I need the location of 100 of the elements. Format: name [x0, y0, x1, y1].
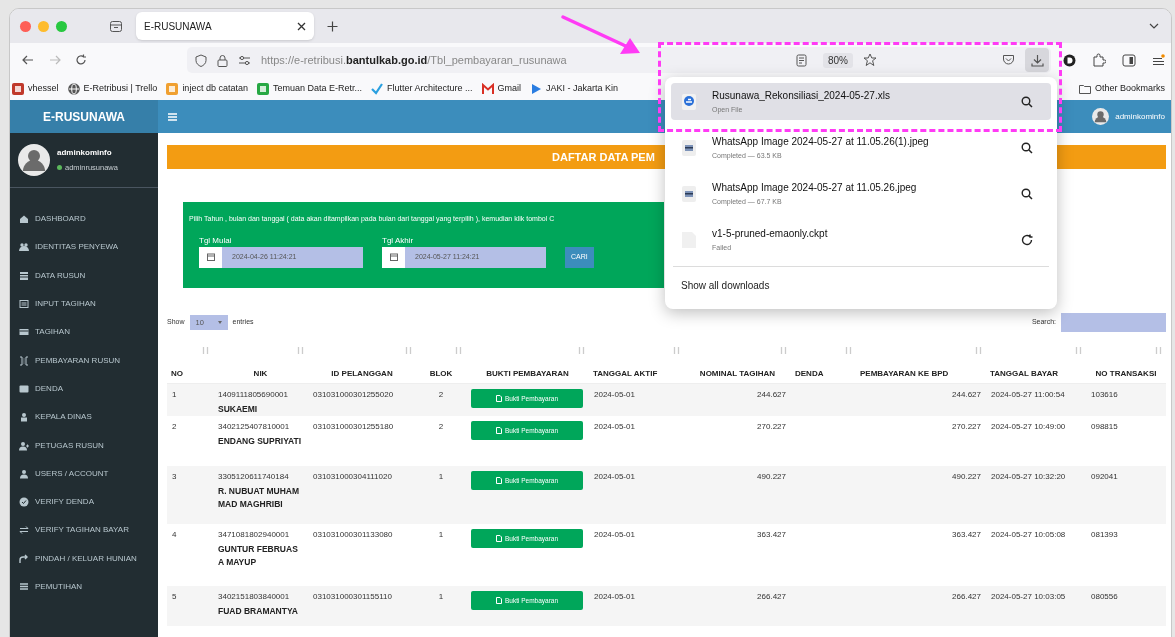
column-header[interactable]: TANGGAL AKTIF [593, 368, 680, 379]
column-header[interactable]: DENDA [795, 368, 852, 379]
bookmark-link[interactable]: Flutter Architecture ... [386, 81, 473, 96]
table-cell: 080556 [1091, 592, 1118, 601]
bookmark-link[interactable]: E-Retribusi | Trello [83, 81, 158, 96]
search-icon[interactable] [1021, 187, 1033, 200]
shield-icon[interactable] [195, 53, 207, 67]
bookmark-link[interactable]: Gmail [497, 81, 521, 96]
sidebar-item[interactable]: INPUT TAGIHAN [35, 298, 96, 311]
sidebar-item[interactable]: USERS / ACCOUNT [35, 467, 109, 480]
play-icon[interactable] [530, 82, 542, 95]
column-header[interactable]: TANGGAL BAYAR [990, 368, 1082, 379]
show-all-downloads-link[interactable]: Show all downloads [681, 278, 770, 293]
tile-icon[interactable] [12, 82, 24, 95]
table-cell: 1 [438, 592, 444, 601]
file-name: Rusunawa_Rekonsiliasi_2024-05-27.xls [712, 88, 890, 103]
file-icon [495, 395, 502, 402]
card-icon [19, 327, 29, 338]
file-icon [495, 427, 502, 434]
list-icon [19, 299, 29, 310]
table-cell: 266.427 [952, 592, 981, 601]
downloads-button[interactable] [1025, 48, 1049, 72]
tile-icon[interactable] [256, 82, 269, 95]
table-cell: 2 [172, 422, 177, 431]
table-cell-text: 3305120611740184 [218, 471, 290, 483]
list-icon [19, 582, 29, 592]
column-header[interactable]: BUKTI PEMBAYARAN [470, 368, 585, 379]
table-cell: 244.627 [952, 390, 981, 399]
column-header[interactable]: NO TRANSAKSI [1090, 368, 1162, 379]
search-icon[interactable] [1021, 95, 1033, 108]
tenant-name: SUKAEMI [218, 403, 259, 416]
sidebar-icon[interactable] [1122, 53, 1136, 67]
search-field[interactable] [1061, 313, 1166, 332]
puzzle-icon[interactable] [1092, 53, 1106, 67]
column-header[interactable]: NIK [217, 368, 304, 379]
person-icon [19, 468, 29, 479]
sidebar-item[interactable]: PEMUTIHAN [35, 581, 83, 593]
table-cell: 2024-05-27 10:49:00 [991, 422, 1066, 431]
extension-icon[interactable] [1063, 53, 1076, 67]
bookmark-link[interactable]: Temuan Data E-Retr... [272, 81, 362, 96]
bookmark-link[interactable]: inject db catatan [182, 81, 248, 96]
back-icon[interactable] [22, 55, 34, 65]
sidebar-item[interactable]: PETUGAS RUSUN [35, 439, 104, 452]
star-icon[interactable] [863, 53, 877, 67]
globe-icon[interactable] [67, 82, 80, 95]
image-file-icon [681, 184, 697, 203]
sidebar-item[interactable]: DENDA [35, 382, 63, 395]
lock-icon[interactable] [217, 53, 228, 67]
table-cell: 490.227 [757, 472, 786, 481]
table-cell: 1 [438, 530, 444, 539]
table-cell: 092041 [1091, 472, 1118, 481]
search-icon[interactable] [1021, 141, 1033, 154]
sidebar-item[interactable]: IDENTITAS PENYEWA [35, 241, 119, 254]
share-arrow-icon [19, 553, 29, 564]
field-label: Tgl Mulai [199, 234, 233, 247]
sidebar-item[interactable]: DASHBOARD [35, 213, 86, 226]
retry-icon[interactable] [1021, 233, 1033, 246]
people-icon [19, 242, 29, 253]
avatar[interactable] [1092, 108, 1110, 125]
reader-view-icon[interactable] [796, 53, 807, 67]
column-header[interactable]: PEMBAYARAN KE BPD [860, 368, 982, 379]
address-bar[interactable]: https://e-retribusi.bantulkab.go.id/Tbl_pembayaran_rusunawa 80% [187, 47, 1051, 73]
sidebar-item[interactable]: PEMBAYARAN RUSUN [35, 354, 121, 367]
table-cell: 244.627 [757, 390, 786, 399]
zoom-level[interactable]: 80% [823, 52, 853, 68]
sidebar-item[interactable]: VERIFY TAGIHAN BAYAR [35, 524, 129, 537]
url-text[interactable]: https://e-retribusi.bantulkab.go.id/Tbl_pembayaran_rusunawa [261, 51, 567, 69]
table-cell: 5 [172, 592, 177, 601]
table-cell: 2024-05-27 11:00:54 [991, 390, 1065, 399]
column-header[interactable]: NO [171, 368, 209, 379]
sidebar-item[interactable]: PINDAH / KELUAR HUNIAN [35, 552, 137, 565]
sidebar-item[interactable]: DATA RUSUN [35, 269, 86, 282]
sidebar-item[interactable]: TAGIHAN [35, 326, 70, 339]
sidebar-item[interactable]: KEPALA DINAS [35, 411, 92, 424]
bookmark-link[interactable]: Other Bookmarks [1094, 81, 1165, 96]
header-user-name[interactable]: adminkominfo [1115, 110, 1165, 123]
chevron-down-icon[interactable] [1149, 23, 1159, 29]
app-logo[interactable]: E-RUSUNAWA [10, 100, 158, 133]
folder-icon[interactable] [1078, 83, 1091, 94]
person-icon [19, 440, 29, 451]
sidebar-item[interactable]: VERIFY DENDA [35, 496, 94, 509]
tile-icon[interactable] [166, 82, 179, 95]
column-header[interactable]: NOMINAL TAGIHAN [688, 368, 787, 379]
bookmark-link[interactable]: vhessel [28, 81, 59, 96]
hamburger-icon[interactable] [168, 112, 177, 121]
browser-tab[interactable]: E-RUSUNAWA [136, 12, 314, 40]
check-icon[interactable] [370, 82, 383, 95]
column-header[interactable]: ID PELANGGAN [312, 368, 412, 379]
new-tab-icon[interactable] [327, 20, 338, 32]
table-cell: 3 [172, 472, 177, 481]
pocket-icon[interactable] [1002, 54, 1015, 66]
sliders-icon[interactable] [238, 54, 251, 66]
list-icon [19, 270, 29, 281]
tab-list-icon[interactable] [109, 19, 123, 33]
bookmark-link[interactable]: JAKI - Jakarta Kin [546, 81, 619, 96]
reload-icon[interactable] [75, 54, 87, 66]
column-header[interactable]: BLOK [420, 368, 462, 379]
table-cell: 2024-05-01 [594, 472, 635, 481]
close-icon[interactable] [297, 21, 306, 31]
menu-icon[interactable] [1152, 53, 1165, 67]
